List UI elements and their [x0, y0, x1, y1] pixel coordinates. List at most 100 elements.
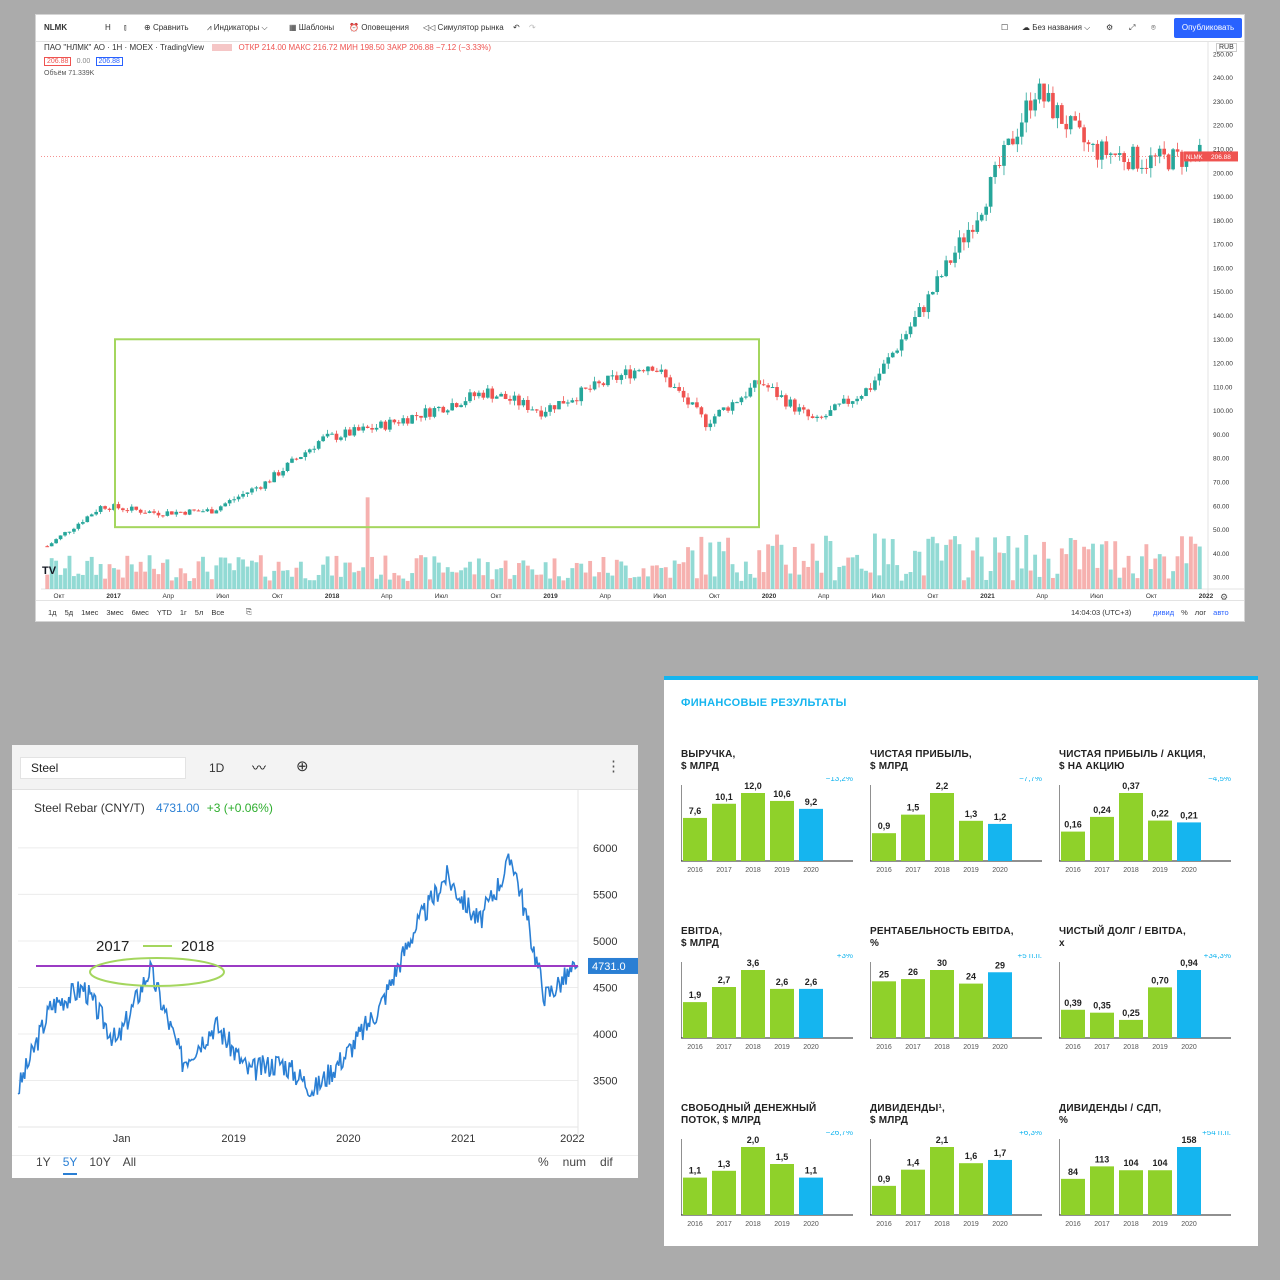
price-tag[interactable]: 4731.0	[588, 957, 638, 974]
currency-label[interactable]: RUB	[1216, 43, 1237, 52]
candle	[299, 457, 303, 459]
candle	[663, 369, 668, 378]
bar-year: 2016	[876, 867, 892, 874]
range-button[interactable]: 1мес	[81, 608, 98, 617]
range-button[interactable]: 1Y	[36, 1155, 51, 1173]
range-button[interactable]: 1д	[48, 608, 57, 617]
range-button[interactable]: 5Y	[62, 1155, 78, 1175]
candle	[1131, 146, 1135, 170]
volume-bar	[712, 576, 717, 589]
range-button[interactable]: YTD	[157, 608, 172, 617]
range-button[interactable]: 3мес	[106, 608, 123, 617]
candle	[641, 370, 646, 372]
bar-year: 2016	[687, 867, 703, 874]
scale-option[interactable]: авто	[1213, 608, 1229, 617]
mode-button[interactable]: num	[563, 1155, 586, 1169]
y-tick-label: 80.00	[1213, 456, 1230, 463]
price-tag[interactable]: NLMK 206.88	[1184, 151, 1238, 162]
candle	[841, 398, 846, 404]
steel-chart[interactable]: 6000 5500 5000 4500 4000 3500 Jan 2019 2020 2021 2…	[12, 745, 638, 1178]
candle	[125, 510, 130, 512]
chart-unit: $ МЛРД	[870, 761, 909, 772]
bar-year: 2018	[745, 1044, 761, 1051]
volume-bar	[953, 536, 957, 589]
volume-bar	[899, 580, 904, 589]
volume-bar	[410, 573, 415, 589]
volume-bar	[107, 564, 112, 589]
bar-value: 9,2	[805, 797, 818, 807]
price-chart[interactable]: 250.00240.00230.00220.00210.00200.00190.…	[36, 15, 1244, 600]
candle	[1037, 83, 1042, 100]
scale-option[interactable]: дивид	[1153, 608, 1174, 617]
tradingview-logo[interactable]: TV	[42, 565, 56, 577]
bar-value: 1,5	[907, 803, 920, 813]
bar-value: 29	[995, 960, 1005, 970]
candle	[886, 357, 891, 364]
bar	[1148, 1170, 1172, 1215]
range-button[interactable]: All	[123, 1155, 136, 1173]
bar-year: 2019	[963, 1221, 979, 1228]
x-tick-label: 2020	[336, 1133, 360, 1145]
range-button[interactable]: 10Y	[89, 1155, 110, 1173]
candle	[681, 390, 686, 398]
volume-bar	[414, 558, 419, 589]
scale-option[interactable]: %	[1181, 608, 1188, 617]
candle	[437, 406, 441, 409]
candle	[1180, 151, 1184, 167]
volume-bar	[743, 561, 748, 589]
range-button[interactable]: 1г	[180, 608, 187, 617]
candle	[868, 388, 873, 390]
range-button[interactable]: 6мес	[132, 608, 149, 617]
mode-button[interactable]: dif	[600, 1155, 613, 1169]
range-button[interactable]: Все	[211, 608, 224, 617]
volume-bar	[650, 565, 655, 589]
candle	[561, 401, 566, 404]
volume-bar	[824, 535, 828, 589]
volume-bar	[485, 562, 490, 589]
candle	[210, 509, 214, 514]
candle	[89, 514, 94, 517]
candle	[121, 508, 125, 511]
x-tick-label: 2020	[762, 593, 777, 600]
bar	[930, 793, 954, 861]
candle	[414, 415, 419, 417]
candle	[236, 496, 241, 500]
candle	[294, 458, 299, 460]
scale-option[interactable]: лог	[1195, 608, 1206, 617]
bar-value: 30	[937, 958, 947, 968]
price-line[interactable]	[17, 853, 579, 1098]
volume-bar	[962, 580, 966, 589]
bar-value: 104	[1152, 1158, 1167, 1168]
ask-box[interactable]: 206.88	[95, 57, 123, 66]
volume-bar	[232, 570, 237, 589]
candle	[379, 421, 383, 428]
volume-bar	[432, 556, 437, 589]
candle	[1068, 116, 1073, 130]
candle	[499, 393, 503, 397]
volume-bar	[290, 576, 294, 589]
candles	[45, 78, 1202, 548]
x-tick-label: Окт	[54, 593, 65, 600]
legend-toggle[interactable]	[212, 44, 233, 52]
volume-bar	[801, 560, 806, 589]
candle	[388, 419, 392, 430]
volume-bar	[1064, 554, 1069, 589]
clock-time[interactable]: 14:04:03 (UTC+3)	[1071, 608, 1131, 617]
bar	[799, 808, 823, 861]
candle	[1113, 153, 1118, 155]
candle	[539, 410, 543, 417]
bid-box[interactable]: 206.88	[44, 57, 72, 66]
volume-bar	[1010, 580, 1015, 589]
bar-value: 2,1	[936, 1135, 949, 1145]
x-tick-label: 2019	[543, 593, 558, 600]
range-button[interactable]: 5д	[65, 608, 74, 617]
volume-bar	[459, 570, 463, 589]
bar-year: 2020	[803, 867, 819, 874]
goto-date-icon[interactable]: ⎘	[246, 607, 252, 617]
range-button[interactable]: 5л	[195, 608, 204, 617]
mode-button[interactable]: %	[538, 1155, 549, 1169]
volume-bar	[1117, 577, 1122, 589]
candle	[76, 523, 81, 529]
bar	[901, 814, 925, 861]
bar-value: 0,21	[1180, 810, 1198, 820]
